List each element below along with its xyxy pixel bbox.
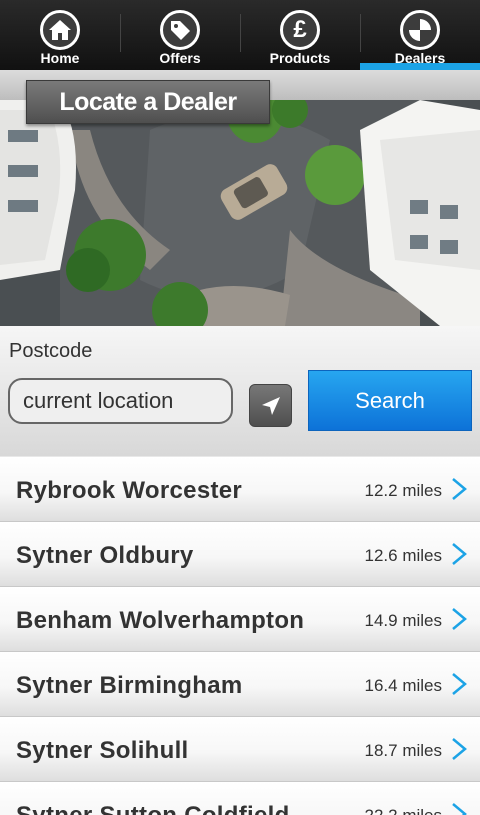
dealer-distance: 12.2 miles bbox=[364, 481, 442, 500]
list-item[interactable]: Sytner Oldbury 12.6 miles bbox=[0, 522, 480, 587]
dealer-distance: 22.2 miles bbox=[365, 806, 442, 815]
tag-icon bbox=[160, 10, 200, 50]
chevron-right-icon bbox=[452, 608, 467, 630]
dealer-name: Benham Wolverhampton bbox=[16, 607, 305, 634]
page-title: Locate a Dealer bbox=[26, 80, 270, 124]
list-item[interactable]: Sytner Solihull 18.7 miles bbox=[0, 717, 480, 782]
tab-products[interactable]: £ Products bbox=[240, 0, 360, 70]
dealer-distance: 16.4 miles bbox=[364, 676, 442, 695]
dealer-name: Sytner Sutton Coldfield bbox=[16, 802, 290, 815]
list-item[interactable]: Sytner Birmingham 16.4 miles bbox=[0, 652, 480, 717]
search-panel: Postcode current location Search bbox=[0, 326, 480, 456]
search-button[interactable]: Search bbox=[308, 370, 472, 431]
top-nav: Home Offers £ Products Dealers bbox=[0, 0, 480, 70]
dealer-name: Sytner Oldbury bbox=[16, 542, 194, 569]
list-item[interactable]: Sytner Sutton Coldfield 22.2 miles bbox=[0, 782, 480, 815]
dealer-name: Rybrook Worcester bbox=[16, 477, 243, 504]
tab-offers-label: Offers bbox=[159, 50, 201, 66]
hero-image: Locate a Dealer bbox=[0, 70, 480, 326]
list-item[interactable]: Benham Wolverhampton 14.9 miles bbox=[0, 587, 480, 652]
chevron-right-icon bbox=[452, 478, 467, 500]
chevron-right-icon bbox=[452, 803, 467, 815]
tab-products-label: Products bbox=[269, 50, 331, 66]
chevron-right-icon bbox=[452, 543, 467, 565]
chevron-right-icon bbox=[452, 738, 467, 760]
home-icon bbox=[40, 10, 80, 50]
tab-dealers-label: Dealers bbox=[394, 50, 446, 66]
dealer-distance: 12.6 miles bbox=[364, 546, 442, 565]
tab-home-label: Home bbox=[40, 50, 80, 66]
dealer-distance: 18.7 miles bbox=[364, 741, 442, 760]
chevron-right-icon bbox=[452, 673, 467, 695]
location-arrow-icon bbox=[261, 396, 280, 415]
dealer-name: Sytner Birmingham bbox=[16, 672, 243, 699]
tab-dealers[interactable]: Dealers bbox=[360, 0, 480, 70]
postcode-label: Postcode bbox=[9, 340, 93, 362]
pound-icon: £ bbox=[280, 10, 320, 50]
current-location-button[interactable] bbox=[249, 384, 292, 427]
tab-home[interactable]: Home bbox=[0, 0, 120, 70]
list-item[interactable]: Rybrook Worcester 12.2 miles bbox=[0, 457, 480, 522]
dealer-distance: 14.9 miles bbox=[364, 611, 442, 630]
tab-offers[interactable]: Offers bbox=[120, 0, 240, 70]
dealer-name: Sytner Solihull bbox=[16, 737, 189, 764]
postcode-input[interactable]: current location bbox=[8, 378, 233, 424]
compass-icon bbox=[400, 10, 440, 50]
dealer-list: Rybrook Worcester 12.2 miles Sytner Oldb… bbox=[0, 457, 480, 815]
